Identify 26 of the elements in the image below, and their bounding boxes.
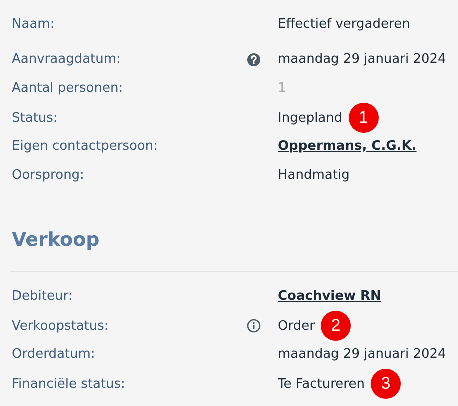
field-label: Financiële status: xyxy=(12,376,126,392)
field-value: Ingepland xyxy=(278,110,343,126)
field-value: maandag 29 januari 2024 xyxy=(278,347,446,362)
field-value: Handmatig xyxy=(278,168,350,183)
field-value: Te Factureren xyxy=(278,376,365,392)
field-label: Eigen contactpersoon: xyxy=(12,139,159,154)
field-value: Order xyxy=(278,318,315,334)
field-label: Status: xyxy=(12,110,59,126)
field-label: Aantal personen: xyxy=(12,81,124,96)
field-label: Verkoopstatus: xyxy=(12,318,110,334)
number-badge: 3 xyxy=(370,369,401,399)
field-label: Debiteur: xyxy=(12,289,74,304)
field-label: Oorsprong: xyxy=(12,168,86,183)
number-badge: 1 xyxy=(348,103,379,133)
value-link[interactable]: Oppermans, C.G.K. xyxy=(278,139,417,154)
field-value: Effectief vergaderen xyxy=(278,17,410,32)
value-link[interactable]: Coachview RN xyxy=(278,289,382,304)
info-icon xyxy=(247,319,261,333)
field-value: 1 xyxy=(278,81,286,96)
section-heading: Verkoop xyxy=(12,229,101,253)
field-label: Orderdatum: xyxy=(12,347,96,362)
help-icon xyxy=(247,52,261,66)
field-value: maandag 29 januari 2024 xyxy=(278,52,446,67)
field-label: Naam: xyxy=(12,17,56,32)
field-label: Aanvraagdatum: xyxy=(12,52,122,67)
number-badge: 2 xyxy=(320,311,351,341)
